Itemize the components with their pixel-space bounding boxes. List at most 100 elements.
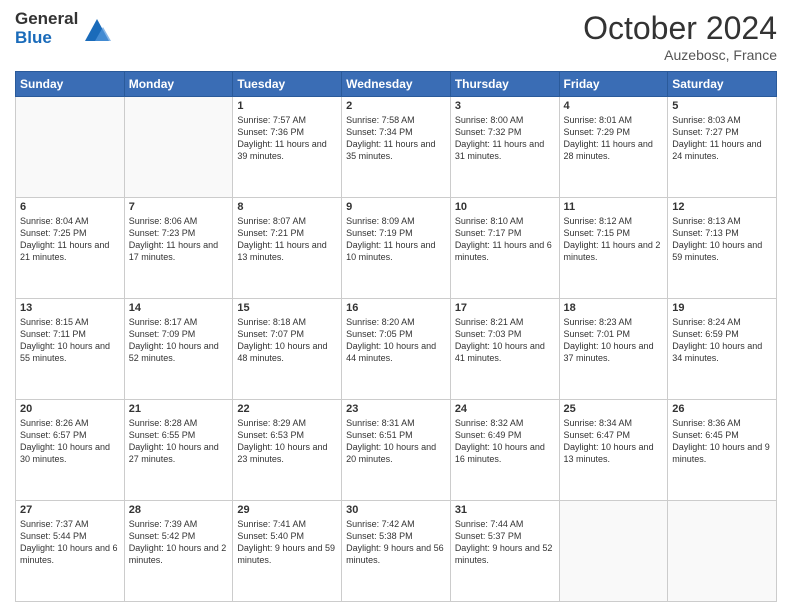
day-header-thursday: Thursday	[450, 72, 559, 97]
day-cell: 7 Sunrise: 8:06 AM Sunset: 7:23 PM Daylig…	[124, 198, 233, 299]
day-info: Sunrise: 8:36 AM Sunset: 6:45 PM Dayligh…	[672, 417, 772, 466]
day-cell: 13 Sunrise: 8:15 AM Sunset: 7:11 PM Dayli…	[16, 299, 125, 400]
day-number: 20	[20, 403, 120, 415]
day-number: 6	[20, 201, 120, 213]
day-info: Sunrise: 8:09 AM Sunset: 7:19 PM Dayligh…	[346, 215, 446, 264]
day-number: 28	[129, 504, 229, 516]
day-cell: 16 Sunrise: 8:20 AM Sunset: 7:05 PM Dayli…	[342, 299, 451, 400]
day-number: 17	[455, 302, 555, 314]
day-cell: 9 Sunrise: 8:09 AM Sunset: 7:19 PM Daylig…	[342, 198, 451, 299]
day-cell: 21 Sunrise: 8:28 AM Sunset: 6:55 PM Dayli…	[124, 400, 233, 501]
day-cell	[559, 501, 668, 602]
day-number: 31	[455, 504, 555, 516]
day-cell: 19 Sunrise: 8:24 AM Sunset: 6:59 PM Dayli…	[668, 299, 777, 400]
day-info: Sunrise: 8:12 AM Sunset: 7:15 PM Dayligh…	[564, 215, 664, 264]
day-cell: 28Sunrise: 7:39 AM Sunset: 5:42 PM Dayli…	[124, 501, 233, 602]
day-number: 29	[237, 504, 337, 516]
logo-blue: Blue	[15, 29, 78, 48]
day-info: Sunrise: 7:41 AM Sunset: 5:40 PM Dayligh…	[237, 518, 337, 567]
day-info: Sunrise: 7:42 AM Sunset: 5:38 PM Dayligh…	[346, 518, 446, 567]
day-cell: 24 Sunrise: 8:32 AM Sunset: 6:49 PM Dayli…	[450, 400, 559, 501]
day-cell: 18Sunrise: 8:23 AM Sunset: 7:01 PM Dayli…	[559, 299, 668, 400]
day-cell: 14 Sunrise: 8:17 AM Sunset: 7:09 PM Dayli…	[124, 299, 233, 400]
day-number: 30	[346, 504, 446, 516]
day-number: 7	[129, 201, 229, 213]
day-info: Sunrise: 8:03 AM Sunset: 7:27 PM Dayligh…	[672, 114, 772, 163]
week-row-2: 13 Sunrise: 8:15 AM Sunset: 7:11 PM Dayli…	[16, 299, 777, 400]
day-info: Sunrise: 8:26 AM Sunset: 6:57 PM Dayligh…	[20, 417, 120, 466]
day-header-tuesday: Tuesday	[233, 72, 342, 97]
day-cell: 29 Sunrise: 7:41 AM Sunset: 5:40 PM Dayli…	[233, 501, 342, 602]
day-info: Sunrise: 8:17 AM Sunset: 7:09 PM Dayligh…	[129, 316, 229, 365]
day-cell: 2 Sunrise: 7:58 AM Sunset: 7:34 PM Daylig…	[342, 97, 451, 198]
day-number: 11	[564, 201, 664, 213]
day-number: 10	[455, 201, 555, 213]
day-number: 22	[237, 403, 337, 415]
day-cell: 3 Sunrise: 8:00 AM Sunset: 7:32 PM Daylig…	[450, 97, 559, 198]
day-info: Sunrise: 8:28 AM Sunset: 6:55 PM Dayligh…	[129, 417, 229, 466]
day-number: 25	[564, 403, 664, 415]
day-number: 27	[20, 504, 120, 516]
day-number: 23	[346, 403, 446, 415]
day-info: Sunrise: 8:20 AM Sunset: 7:05 PM Dayligh…	[346, 316, 446, 365]
day-number: 26	[672, 403, 772, 415]
week-row-0: 1Sunrise: 7:57 AM Sunset: 7:36 PM Daylig…	[16, 97, 777, 198]
day-info: Sunrise: 8:15 AM Sunset: 7:11 PM Dayligh…	[20, 316, 120, 365]
day-header-sunday: Sunday	[16, 72, 125, 97]
day-number: 8	[237, 201, 337, 213]
day-cell: 31Sunrise: 7:44 AM Sunset: 5:37 PM Dayli…	[450, 501, 559, 602]
day-cell	[16, 97, 125, 198]
day-cell: 22 Sunrise: 8:29 AM Sunset: 6:53 PM Dayli…	[233, 400, 342, 501]
day-number: 13	[20, 302, 120, 314]
day-cell: 25 Sunrise: 8:34 AM Sunset: 6:47 PM Dayli…	[559, 400, 668, 501]
day-number: 3	[455, 100, 555, 112]
day-info: Sunrise: 8:10 AM Sunset: 7:17 PM Dayligh…	[455, 215, 555, 264]
day-number: 21	[129, 403, 229, 415]
day-info: Sunrise: 8:34 AM Sunset: 6:47 PM Dayligh…	[564, 417, 664, 466]
week-row-4: 27 Sunrise: 7:37 AM Sunset: 5:44 PM Dayli…	[16, 501, 777, 602]
day-info: Sunrise: 8:21 AM Sunset: 7:03 PM Dayligh…	[455, 316, 555, 365]
day-info: Sunrise: 7:58 AM Sunset: 7:34 PM Dayligh…	[346, 114, 446, 163]
calendar-table: SundayMondayTuesdayWednesdayThursdayFrid…	[15, 71, 777, 602]
day-cell: 12 Sunrise: 8:13 AM Sunset: 7:13 PM Dayli…	[668, 198, 777, 299]
day-number: 16	[346, 302, 446, 314]
day-number: 9	[346, 201, 446, 213]
day-cell: 10 Sunrise: 8:10 AM Sunset: 7:17 PM Dayli…	[450, 198, 559, 299]
day-info: Sunrise: 8:32 AM Sunset: 6:49 PM Dayligh…	[455, 417, 555, 466]
day-number: 19	[672, 302, 772, 314]
day-number: 15	[237, 302, 337, 314]
day-info: Sunrise: 8:31 AM Sunset: 6:51 PM Dayligh…	[346, 417, 446, 466]
day-number: 14	[129, 302, 229, 314]
day-number: 12	[672, 201, 772, 213]
day-cell: 6Sunrise: 8:04 AM Sunset: 7:25 PM Daylig…	[16, 198, 125, 299]
day-info: Sunrise: 8:01 AM Sunset: 7:29 PM Dayligh…	[564, 114, 664, 163]
day-info: Sunrise: 8:24 AM Sunset: 6:59 PM Dayligh…	[672, 316, 772, 365]
week-row-3: 20 Sunrise: 8:26 AM Sunset: 6:57 PM Dayli…	[16, 400, 777, 501]
day-cell	[668, 501, 777, 602]
day-number: 24	[455, 403, 555, 415]
day-number: 2	[346, 100, 446, 112]
day-header-monday: Monday	[124, 72, 233, 97]
day-cell: 23 Sunrise: 8:31 AM Sunset: 6:51 PM Dayli…	[342, 400, 451, 501]
day-cell: 26 Sunrise: 8:36 AM Sunset: 6:45 PM Dayli…	[668, 400, 777, 501]
day-cell: 4 Sunrise: 8:01 AM Sunset: 7:29 PM Daylig…	[559, 97, 668, 198]
week-row-1: 6Sunrise: 8:04 AM Sunset: 7:25 PM Daylig…	[16, 198, 777, 299]
day-cell: 5Sunrise: 8:03 AM Sunset: 7:27 PM Daylig…	[668, 97, 777, 198]
month-title: October 2024	[583, 10, 777, 47]
day-info: Sunrise: 8:13 AM Sunset: 7:13 PM Dayligh…	[672, 215, 772, 264]
day-info: Sunrise: 7:37 AM Sunset: 5:44 PM Dayligh…	[20, 518, 120, 567]
day-info: Sunrise: 8:29 AM Sunset: 6:53 PM Dayligh…	[237, 417, 337, 466]
header: General Blue October 2024 Auzebosc, Fran…	[15, 10, 777, 63]
day-info: Sunrise: 8:18 AM Sunset: 7:07 PM Dayligh…	[237, 316, 337, 365]
day-number: 18	[564, 302, 664, 314]
day-info: Sunrise: 8:00 AM Sunset: 7:32 PM Dayligh…	[455, 114, 555, 163]
day-cell	[124, 97, 233, 198]
location: Auzebosc, France	[583, 47, 777, 63]
day-info: Sunrise: 8:07 AM Sunset: 7:21 PM Dayligh…	[237, 215, 337, 264]
day-info: Sunrise: 7:57 AM Sunset: 7:36 PM Dayligh…	[237, 114, 337, 163]
day-cell: 1Sunrise: 7:57 AM Sunset: 7:36 PM Daylig…	[233, 97, 342, 198]
day-cell: 27 Sunrise: 7:37 AM Sunset: 5:44 PM Dayli…	[16, 501, 125, 602]
day-info: Sunrise: 8:06 AM Sunset: 7:23 PM Dayligh…	[129, 215, 229, 264]
day-number: 4	[564, 100, 664, 112]
day-cell: 30 Sunrise: 7:42 AM Sunset: 5:38 PM Dayli…	[342, 501, 451, 602]
